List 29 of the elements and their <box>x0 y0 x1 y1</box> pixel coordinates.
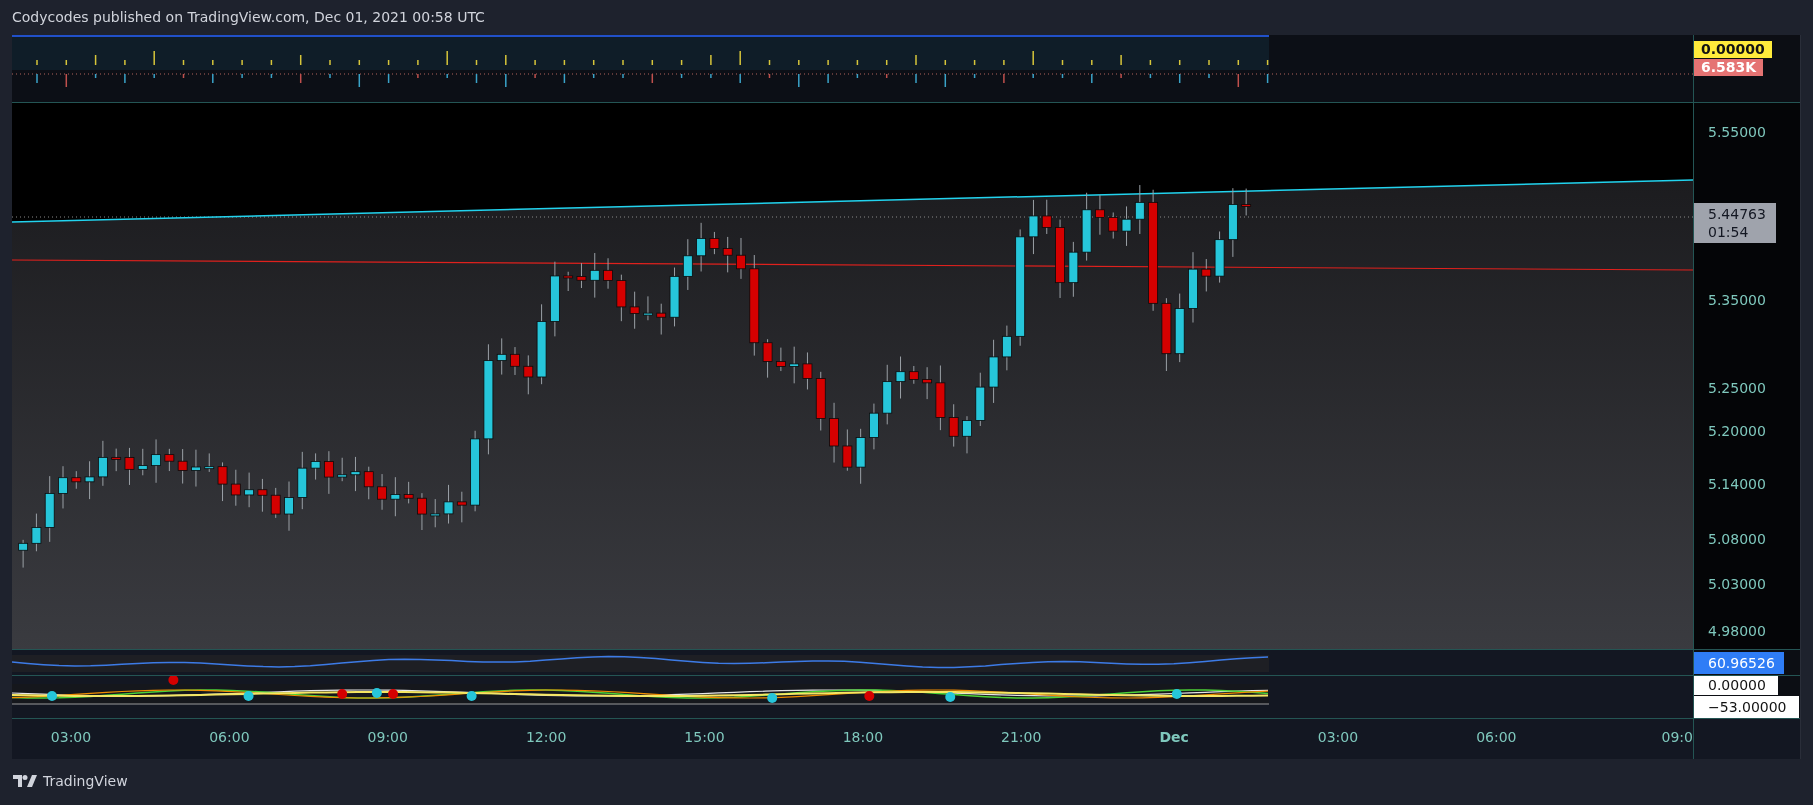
time-tick: 06:00 <box>1476 729 1517 745</box>
time-tick: 06:00 <box>209 729 250 745</box>
price-tick: 4.98000 <box>1708 623 1766 639</box>
time-tick: Dec <box>1159 729 1189 745</box>
price-tick: 5.20000 <box>1708 423 1766 439</box>
brand-name: TradingView <box>43 773 128 789</box>
publish-info: Codycodes published on TradingView.com, Dec 01, 2021 00:58 UTC <box>11 8 486 27</box>
price-tick: 5.03000 <box>1708 576 1766 592</box>
price-tick: 5.55000 <box>1708 124 1766 140</box>
countdown-timer: 01:54 <box>1708 223 1750 241</box>
time-tick: 18:00 <box>842 729 884 745</box>
price-tick: 5.35000 <box>1708 292 1766 308</box>
time-tick: 09:0 <box>1661 729 1693 745</box>
time-tick: 09:00 <box>367 729 408 745</box>
time-tick: 03:00 <box>1317 729 1359 745</box>
oscillator-value: −53.00000 <box>1694 696 1799 718</box>
time-tick: 03:00 <box>50 729 92 745</box>
tradingview-logo-icon <box>13 774 37 788</box>
oscillator-value: 0.00000 <box>1694 676 1778 695</box>
price-tick: 5.25000 <box>1708 380 1766 396</box>
value-badge: 0.00000 <box>1694 41 1772 58</box>
time-tick: 15:00 <box>684 729 725 745</box>
rsi-value: 60.96526 <box>1694 652 1784 674</box>
last-price: 5.44763 <box>1708 205 1766 223</box>
price-tick: 5.14000 <box>1708 476 1766 492</box>
time-tick: 12:00 <box>525 729 567 745</box>
time-tick: 21:00 <box>1001 729 1042 745</box>
value-badge: 6.583K <box>1694 59 1764 76</box>
price-tick: 5.08000 <box>1708 531 1766 547</box>
